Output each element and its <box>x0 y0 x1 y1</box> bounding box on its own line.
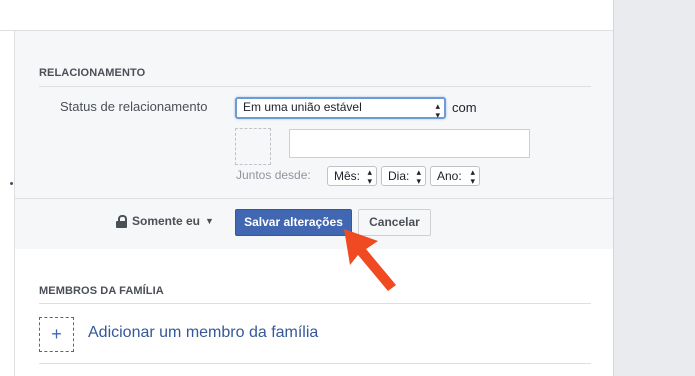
month-select[interactable]: Mês: ▴ ▾ <box>327 166 377 186</box>
left-dot <box>10 182 13 185</box>
actions-divider <box>15 198 613 199</box>
relationship-section-title: RELACIONAMENTO <box>39 67 146 79</box>
chevron-down-icon: ▼ <box>205 216 214 226</box>
annotation-arrow-icon <box>344 229 396 291</box>
select-arrows-icon: ▴ ▾ <box>435 101 440 120</box>
relationship-title-rule <box>39 86 591 87</box>
day-select-label: Dia: <box>388 169 410 183</box>
day-select[interactable]: Dia: ▴ ▾ <box>381 166 426 186</box>
with-label: com <box>452 100 477 115</box>
relationship-status-select[interactable]: Em uma união estável ▴ ▾ <box>235 97 446 120</box>
together-since-label: Juntos desde: <box>236 168 311 182</box>
privacy-selector[interactable]: Somente eu ▼ <box>116 214 214 228</box>
year-select[interactable]: Ano: ▴ ▾ <box>430 166 480 186</box>
relationship-status-value: Em uma união estável <box>243 100 362 114</box>
family-title-rule <box>39 303 591 304</box>
partner-photo-placeholder <box>235 128 271 165</box>
month-select-label: Mês: <box>334 169 361 183</box>
family-section-title: MEMBROS DA FAMÍLIA <box>39 285 164 297</box>
status-label: Status de relacionamento <box>60 99 208 114</box>
add-family-member-icon[interactable]: + <box>39 317 74 352</box>
family-bottom-rule <box>39 363 591 364</box>
right-gutter <box>613 0 695 376</box>
lock-icon <box>116 214 127 228</box>
add-family-member-link[interactable]: Adicionar um membro da família <box>88 324 318 342</box>
select-arrows-icon: ▴ ▾ <box>416 167 421 186</box>
top-area <box>0 0 613 31</box>
year-select-label: Ano: <box>437 169 462 183</box>
save-changes-button[interactable]: Salvar alterações <box>235 209 352 236</box>
privacy-label: Somente eu <box>132 214 201 228</box>
select-arrows-icon: ▴ ▾ <box>470 167 475 186</box>
select-arrows-icon: ▴ ▾ <box>367 167 372 186</box>
partner-name-input[interactable] <box>289 129 530 158</box>
